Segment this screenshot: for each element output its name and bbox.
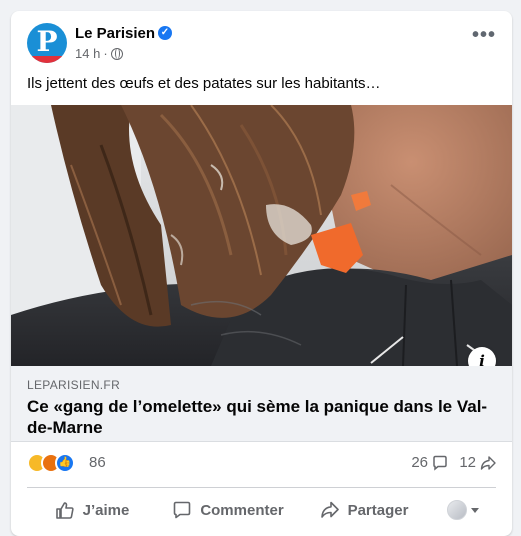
like-label: J’aime (82, 501, 130, 519)
profile-avatar (446, 500, 467, 520)
link-domain: LEPARISIEN.FR (27, 378, 121, 392)
action-bar: J’aime Commenter Partager (27, 492, 496, 528)
post-card: P Le Parisien ✓ 14 h · ••• Ils jettent d… (11, 11, 512, 536)
post-header: P Le Parisien ✓ 14 h · ••• (11, 11, 512, 71)
chevron-down-icon (470, 507, 479, 513)
link-preview[interactable]: LEPARISIEN.FR Ce «gang de l’omelette» qu… (11, 366, 512, 442)
share-button[interactable]: Partager (299, 492, 429, 528)
comment-label: Commenter (200, 501, 284, 519)
reaction-count[interactable]: 86 (89, 454, 106, 471)
share-arrow-icon (480, 455, 496, 470)
meta-separator: · (103, 46, 108, 61)
reactions-bar: 👍 86 26 12 (11, 451, 512, 477)
post-meta: 14 h · (75, 46, 123, 61)
logo-letter: P (36, 25, 58, 58)
reaction-icons[interactable]: 👍 (27, 453, 85, 473)
comment-button[interactable]: Commenter (157, 492, 299, 528)
post-image[interactable] (11, 105, 512, 366)
like-button[interactable]: J’aime (27, 492, 157, 528)
page-avatar[interactable]: P (27, 23, 67, 63)
comment-count-value: 26 (411, 454, 428, 471)
post-timestamp[interactable]: 14 h (75, 46, 100, 61)
profile-selector[interactable] (429, 492, 496, 528)
share-icon (320, 501, 339, 518)
page-name-link[interactable]: Le Parisien (75, 25, 155, 42)
comment-icon (174, 501, 191, 519)
actions-divider (27, 487, 496, 488)
post-text: Ils jettent des œufs et des patates sur … (27, 75, 381, 92)
comment-count[interactable]: 26 (411, 454, 448, 471)
share-label: Partager (347, 501, 409, 519)
link-headline[interactable]: Ce «gang de l’omelette» qui sème la pani… (27, 396, 497, 438)
share-count-value: 12 (459, 454, 476, 471)
photo-illustration (11, 105, 512, 366)
like-reaction-icon: 👍 (55, 453, 75, 473)
comment-bubble-icon (433, 455, 447, 471)
globe-icon[interactable] (110, 47, 123, 60)
thumbs-up-icon (55, 502, 74, 519)
more-options-icon[interactable]: ••• (472, 25, 496, 49)
verified-badge-icon: ✓ (158, 26, 172, 40)
share-count[interactable]: 12 (459, 454, 496, 471)
logo-red-bar (27, 56, 67, 63)
